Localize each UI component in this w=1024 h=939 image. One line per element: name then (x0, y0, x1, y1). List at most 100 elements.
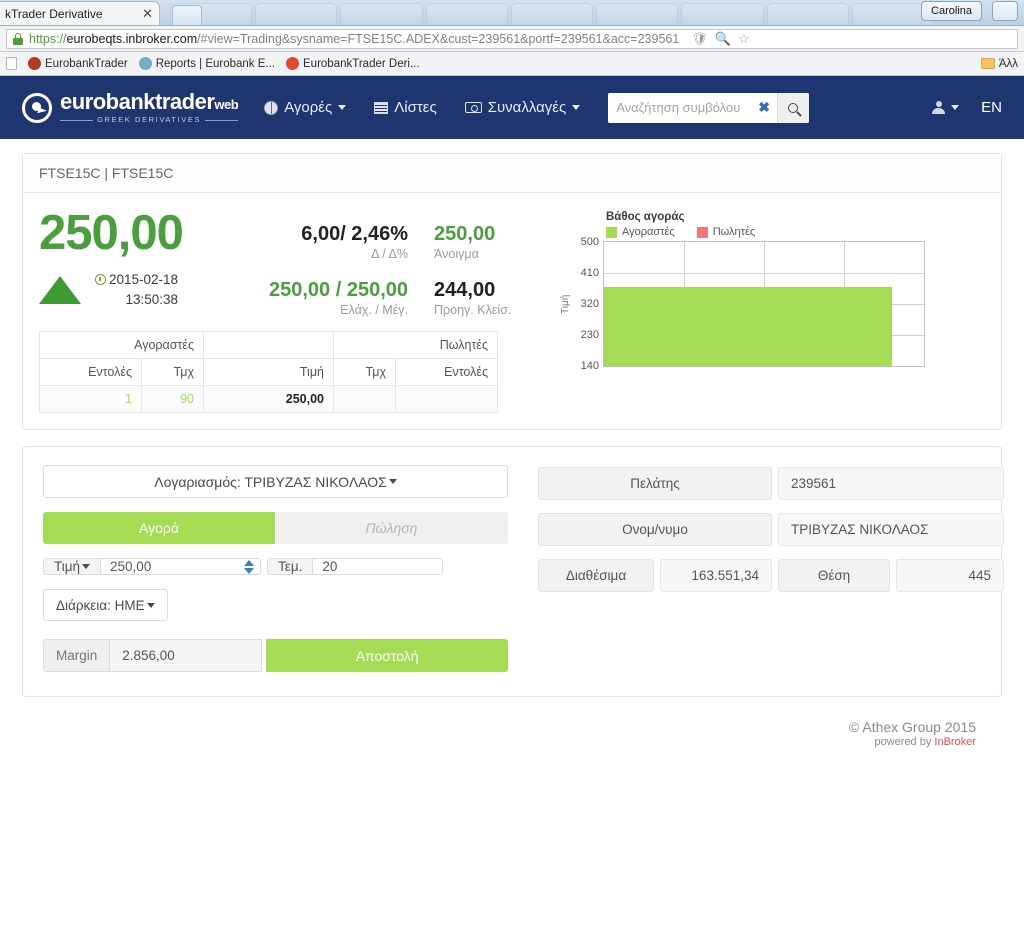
search-input[interactable] (608, 92, 759, 123)
list-icon (374, 101, 389, 114)
profile-button[interactable]: Carolina (921, 1, 982, 21)
account-selector[interactable]: Λογαριασμός: ΤΡΙΒΥΖΑΣ ΝΙΚΟΛΑΟΣ (43, 465, 508, 498)
order-book-table: Αγοραστές Πωλητές Εντολές Τμχ Τιμή Τμχ Ε… (39, 331, 498, 413)
price-quantity-row: Τιμή 250,00 Τεμ. 20 (43, 558, 508, 575)
stepper-down-icon[interactable] (244, 567, 255, 574)
nav-item-lists[interactable]: Λίστες (374, 99, 437, 116)
price-type-dropdown[interactable]: Τιμή (43, 558, 102, 575)
background-tab[interactable] (766, 3, 849, 25)
nav-item-label: Συναλλαγές (487, 99, 567, 116)
stats-column-open-close: 250,00 Άνοιγμα 244,00 Προηγ. Κλείσ. (434, 223, 511, 317)
chart-plot-area: Τιμή 500 410 320 230 140 (560, 236, 925, 372)
background-tab[interactable] (681, 3, 764, 25)
background-tab[interactable] (255, 3, 338, 25)
logo-web: web (214, 97, 239, 113)
logo-cursor-icon (22, 92, 52, 123)
order-form: Λογαριασμός: ΤΡΙΒΥΖΑΣ ΝΙΚΟΛΑΟΣ Αγορά Πώλ… (43, 465, 508, 672)
arrow-up-icon (39, 276, 81, 304)
margin-value: 2.856,00 (110, 639, 263, 672)
powered-by-prefix: powered by (874, 736, 935, 748)
stepper-up-icon[interactable] (244, 559, 255, 566)
zoom-icon[interactable]: 🔍 (715, 31, 731, 47)
app-navbar: eurobanktraderweb GREEK DERIVATIVES Αγορ… (0, 76, 1024, 139)
column-header: Τμχ (141, 358, 204, 386)
ask-orders (395, 385, 498, 413)
nav-item-transactions[interactable]: Συναλλαγές (464, 99, 581, 116)
price: 250,00 (203, 385, 334, 413)
order-book-column-header: Εντολές Τμχ Τιμή Τμχ Εντολές (39, 358, 498, 386)
nav-items: Αγορές Λίστες Συναλλαγές (264, 99, 581, 116)
buyers-depth-area (604, 287, 892, 366)
duration-dropdown[interactable]: Διάρκεια: ΗΜΕ (43, 589, 168, 621)
quote-timestamp-block: 2015-02-18 13:50:38 (39, 270, 269, 309)
search-button[interactable] (776, 92, 809, 123)
lock-icon (13, 32, 23, 45)
bookmark-label: Reports | Eurobank E... (155, 57, 276, 70)
powered-by: powered by InBroker (22, 736, 976, 748)
bid-orders: 1 (39, 385, 142, 413)
bookmark-item[interactable]: EurobankTrader Deri... (286, 57, 420, 70)
eurobank-favicon (28, 57, 41, 70)
logo-text: eurobanktraderweb GREEK DERIVATIVES (60, 91, 239, 124)
chevron-down-icon (82, 564, 91, 569)
quote-timestamp: 2015-02-18 13:50:38 (95, 270, 178, 309)
chevron-down-icon (388, 479, 397, 484)
stat-label: Άνοιγμα (434, 247, 479, 261)
background-tab[interactable] (340, 3, 423, 25)
chevron-down-icon (951, 105, 960, 110)
buy-button[interactable]: Αγορά (43, 512, 275, 544)
user-menu[interactable] (932, 101, 960, 114)
new-tab-button[interactable] (172, 5, 202, 25)
stat-value: 6,00/ 2,46% (301, 223, 409, 245)
browser-chrome: kTrader Derivative ✕ Carolina https://eu… (0, 0, 1024, 76)
address-input[interactable]: https://eurobeqts.inbroker.com/#view=Tra… (6, 28, 1018, 49)
bookmark-item[interactable]: Reports | Eurobank E... (138, 57, 276, 70)
duration-label: Διάρκεια: ΗΜΕ (56, 597, 145, 613)
order-entry-body: Λογαριασμός: ΤΡΙΒΥΖΑΣ ΝΙΚΟΛΑΟΣ Αγορά Πώλ… (23, 447, 1004, 696)
clear-icon[interactable]: ✖ (758, 93, 777, 123)
nav-item-markets[interactable]: Αγορές (264, 99, 347, 116)
available-value: 163.551,34 (660, 559, 772, 592)
stat-open: 250,00 Άνοιγμα (434, 223, 511, 261)
reports-favicon (138, 57, 152, 70)
buy-sell-toggle: Αγορά Πώληση (43, 512, 508, 544)
language-switcher[interactable]: EN (981, 99, 1002, 116)
bookmark-star-icon[interactable]: ☆ (738, 31, 750, 47)
copyright: © Athex Group 2015 (848, 719, 976, 735)
window-controls[interactable] (992, 1, 1018, 21)
stat-value: 244,00 (434, 279, 496, 301)
available-label: Διαθέσιμα (538, 559, 654, 592)
legend-label: Αγοραστές (622, 226, 675, 238)
price-input[interactable]: 250,00 (101, 558, 262, 575)
legend-item-sellers[interactable]: Πωλητές (696, 226, 755, 238)
shield-icon[interactable]: 🛡 (691, 31, 708, 47)
nav-item-label: Λίστες (394, 99, 437, 116)
active-browser-tab[interactable]: kTrader Derivative ✕ (0, 1, 160, 25)
clock-icon (95, 274, 106, 285)
stat-change: 6,00/ 2,46% Δ / Δ% (269, 223, 408, 261)
group-spacer (203, 331, 334, 359)
client-row: Πελάτης 239561 (538, 467, 1004, 500)
background-tab[interactable] (425, 3, 508, 25)
close-icon[interactable]: ✕ (142, 6, 153, 22)
quantity-label: Τεμ. (267, 558, 314, 575)
symbol-search: ✖ (608, 92, 809, 123)
submit-order-button[interactable]: Αποστολή (266, 639, 508, 672)
background-tab[interactable] (510, 3, 594, 25)
quantity-input[interactable]: 20 (313, 558, 444, 575)
background-tab[interactable] (596, 3, 679, 25)
bookmarks-overflow[interactable]: Άλλ (980, 58, 1018, 70)
url-path: /#view=Trading&sysname=FTSE15C.ADEX&cust… (197, 31, 680, 46)
page-icon[interactable] (6, 57, 17, 70)
bookmark-item[interactable]: EurobankTrader (28, 57, 128, 70)
group-buyers: Αγοραστές (39, 331, 204, 359)
legend-item-buyers[interactable]: Αγοραστές (606, 226, 675, 238)
stat-label: Δ / Δ% (371, 247, 409, 261)
stat-label: Προηγ. Κλείσ. (434, 303, 512, 317)
sell-button[interactable]: Πώληση (275, 512, 508, 544)
app-logo[interactable]: eurobanktraderweb GREEK DERIVATIVES (22, 91, 239, 124)
column-header: Εντολές (395, 358, 498, 386)
table-row[interactable]: 1 90 250,00 (39, 385, 498, 413)
url-scheme: https:// (29, 31, 67, 46)
price-stepper[interactable] (235, 559, 255, 574)
